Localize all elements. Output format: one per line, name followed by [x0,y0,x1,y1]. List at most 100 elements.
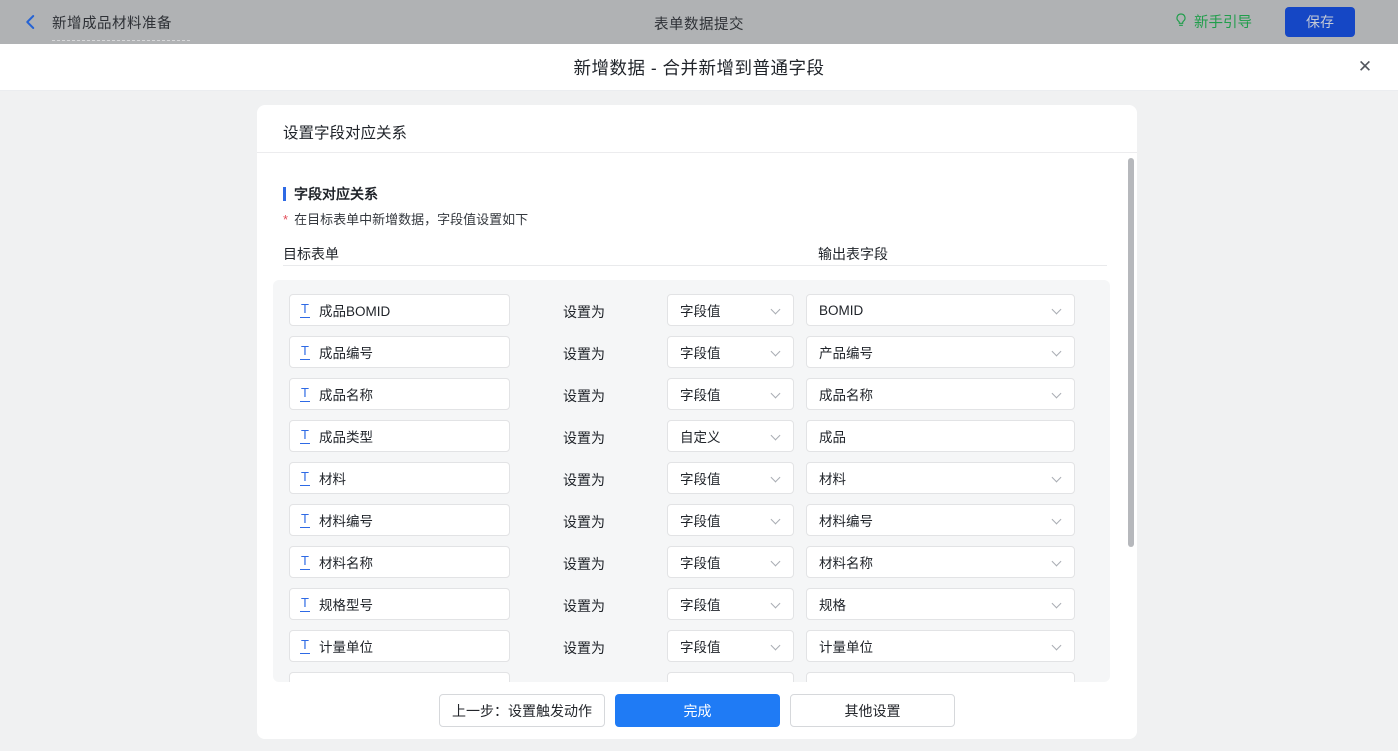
mode-value: 字段值 [680,594,721,614]
mode-select[interactable]: 字段值 [667,336,794,368]
value-control[interactable]: 产品编号 [806,336,1075,368]
text-field-icon: T [300,596,310,612]
required-asterisk: * [283,212,288,227]
chevron-down-icon [1052,557,1062,567]
mode-select[interactable]: 字段值 [667,294,794,326]
set-as-label: 设置为 [563,302,605,322]
chevron-down-icon [1052,641,1062,651]
target-field-box[interactable]: T 材料编号 [289,504,510,536]
mode-value: 字段值 [680,384,721,404]
chevron-down-icon [771,305,781,315]
mode-select[interactable]: 自定义 [667,420,794,452]
chevron-down-icon [771,431,781,441]
value-control[interactable]: 材料名称 [806,546,1075,578]
target-field-box[interactable]: T 材料 [289,462,510,494]
chevron-down-icon [1052,305,1062,315]
modal-title: 新增数据 - 合并新增到普通字段 [0,55,1398,80]
value-control[interactable]: 成品名称 [806,378,1075,410]
text-field-icon: T [300,344,310,360]
field-mapping-row: T 规格型号 设置为 字段值 规格 [273,588,1110,620]
mode-value: 自定义 [680,426,721,446]
mode-value: 字段值 [680,552,721,572]
chevron-down-icon [771,641,781,651]
mode-value: 字段值 [680,468,721,488]
field-mapping-row: T 成品类型 设置为 自定义 成品 [273,420,1110,452]
mode-value: 字段值 [680,342,721,362]
target-field-label: 材料名称 [319,552,373,572]
value-text: 材料 [819,468,846,488]
value-text: 成品 [819,426,846,446]
mode-select[interactable]: 字段值 [667,630,794,662]
text-field-icon: T [300,386,310,402]
divider [257,152,1137,153]
target-field-label: 成品编号 [319,342,373,362]
set-as-label: 设置为 [563,554,605,574]
vertical-scrollbar-thumb[interactable] [1128,158,1134,547]
target-field-box[interactable]: T [289,672,510,682]
field-mapping-row: T 成品名称 设置为 字段值 成品名称 [273,378,1110,410]
mode-value: 字段值 [680,510,721,530]
set-as-label: 设置为 [563,344,605,364]
target-field-box[interactable]: T 成品类型 [289,420,510,452]
chevron-down-icon [771,473,781,483]
divider [283,265,1107,266]
target-field-box[interactable]: T 成品BOMID [289,294,510,326]
field-mapping-row: T 成品BOMID 设置为 字段值 BOMID [273,294,1110,326]
value-control[interactable]: 材料 [806,462,1075,494]
text-field-icon: T [300,638,310,654]
text-field-icon: T [300,554,310,570]
value-control[interactable]: 材料编号 [806,504,1075,536]
other-settings-button[interactable]: 其他设置 [790,694,955,727]
save-button[interactable]: 保存 [1285,7,1355,37]
target-field-box[interactable]: T 计量单位 [289,630,510,662]
text-field-icon: T [300,512,310,528]
chevron-down-icon [771,347,781,357]
mode-select[interactable] [667,672,794,682]
set-as-label: 设置为 [563,638,605,658]
field-mapping-row: T 材料 设置为 字段值 材料 [273,462,1110,494]
set-as-label: 设置为 [563,470,605,490]
value-control[interactable]: BOMID [806,294,1075,326]
value-control[interactable] [806,672,1075,682]
target-field-box[interactable]: T 规格型号 [289,588,510,620]
screen: 新增成品材料准备 表单数据提交 新手引导 保存 新增数据 - 合并新增到普通字段… [0,0,1398,751]
close-icon[interactable]: ✕ [1354,56,1376,78]
column-header-output-fields: 输出表字段 [818,244,888,264]
mode-select[interactable]: 字段值 [667,462,794,494]
target-field-box[interactable]: T 成品名称 [289,378,510,410]
text-field-icon: T [300,470,310,486]
section-note: *在目标表单中新增数据，字段值设置如下 [283,209,528,228]
beginner-guide-button[interactable]: 新手引导 [1173,11,1252,32]
section-title: 字段对应关系 [294,184,378,204]
top-app-bar: 新增成品材料准备 表单数据提交 新手引导 保存 [0,0,1398,44]
mode-select[interactable]: 字段值 [667,546,794,578]
field-mapping-row: T 成品编号 设置为 字段值 产品编号 [273,336,1110,368]
value-text: 成品名称 [819,384,873,404]
field-mapping-row: T [273,672,1110,682]
chevron-down-icon [771,557,781,567]
value-control[interactable]: 规格 [806,588,1075,620]
chevron-down-icon [771,599,781,609]
value-text: 材料编号 [819,510,873,530]
target-field-box[interactable]: T 材料名称 [289,546,510,578]
chevron-down-icon [1052,599,1062,609]
field-mapping-row: T 计量单位 设置为 字段值 计量单位 [273,630,1110,662]
text-field-icon: T [300,302,310,318]
mode-select[interactable]: 字段值 [667,504,794,536]
set-as-label: 设置为 [563,386,605,406]
target-field-box[interactable]: T 成品编号 [289,336,510,368]
target-field-label: 材料编号 [319,510,373,530]
mode-select[interactable]: 字段值 [667,378,794,410]
set-as-label: 设置为 [563,428,605,448]
chevron-down-icon [1052,389,1062,399]
value-control[interactable]: 成品 [806,420,1075,452]
value-text: 产品编号 [819,342,873,362]
target-field-label: 规格型号 [319,594,373,614]
value-text: BOMID [819,303,863,318]
finish-button[interactable]: 完成 [615,694,780,727]
previous-step-button[interactable]: 上一步：设置触发动作 [439,694,605,727]
field-mapping-row: T 材料名称 设置为 字段值 材料名称 [273,546,1110,578]
mode-select[interactable]: 字段值 [667,588,794,620]
chevron-down-icon [1052,473,1062,483]
value-control[interactable]: 计量单位 [806,630,1075,662]
